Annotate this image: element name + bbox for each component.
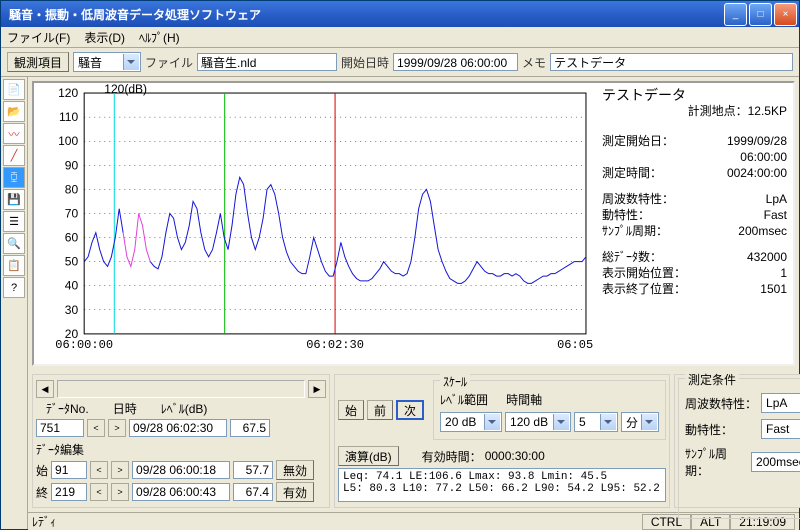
top-info-bar: 観測項目 騒音 ファイル 騒音生.nld 開始日時 1999/09/28 06:… bbox=[1, 48, 799, 77]
titlebar: 騒音・振動・低周波音データ処理ソフトウェア _ □ × bbox=[1, 1, 799, 27]
data-nav-panel: ◀ ▶ ﾃﾞｰﾀNo. 日時 ﾚﾍﾞﾙ(dB) 751 < > 09/28 06… bbox=[32, 374, 330, 508]
menubar: ファイル(F) 表示(D) ﾍﾙﾌﾟ(H) bbox=[1, 27, 799, 48]
tool-new-icon[interactable]: 📄 bbox=[3, 79, 25, 100]
toolbar-sidebar: 📄 📂 〰 ╱ ⧮ 💾 ☰ 🔍 📋 ? bbox=[1, 77, 28, 529]
start-label: 開始日時 bbox=[341, 54, 389, 71]
cursor-level: 67.5 bbox=[230, 419, 270, 437]
stats-box: Leq: 74.1 LE:106.6 Lmax: 93.8 Lmin: 45.5… bbox=[338, 468, 666, 502]
memo-field: テストデータ bbox=[550, 53, 793, 71]
file-label: ファイル bbox=[145, 54, 193, 71]
tool-open-icon[interactable]: 📂 bbox=[3, 101, 25, 122]
svg-text:80: 80 bbox=[65, 182, 79, 196]
eff-value: 0000:30:00 bbox=[485, 449, 545, 463]
invalid-button[interactable]: 無効 bbox=[276, 460, 314, 480]
window-title: 騒音・振動・低周波音データ処理ソフトウェア bbox=[9, 6, 724, 23]
svg-text:110: 110 bbox=[59, 110, 78, 124]
start-button[interactable]: 始 bbox=[338, 400, 364, 420]
prev-button[interactable]: 前 bbox=[367, 400, 393, 420]
svg-text:06:00:00: 06:00:00 bbox=[55, 338, 113, 352]
tool-help-icon[interactable]: ? bbox=[3, 277, 25, 298]
tool-save-icon[interactable]: 💾 bbox=[3, 189, 25, 210]
scale-low-combo[interactable]: 20 dB bbox=[440, 412, 502, 432]
datetime-label: 日時 bbox=[113, 400, 137, 417]
edit-start-input[interactable]: 91 bbox=[51, 461, 87, 479]
next-button[interactable]: 次 bbox=[396, 400, 424, 420]
tool-calc-icon[interactable]: ⧮ bbox=[3, 167, 25, 188]
scale-high-combo[interactable]: 120 dB bbox=[505, 412, 571, 432]
time-unit-combo[interactable]: 分 bbox=[621, 412, 659, 432]
cond-dyn-combo[interactable]: Fast bbox=[761, 419, 800, 439]
valid-button[interactable]: 有効 bbox=[276, 482, 314, 502]
eff-label: 有効時間： bbox=[422, 448, 482, 465]
svg-text:50: 50 bbox=[65, 255, 79, 269]
time-val-combo[interactable]: 5 bbox=[574, 412, 618, 432]
scroll-right-button[interactable]: ▶ bbox=[308, 380, 326, 398]
spl-chart[interactable]: 203040506070809010011012006:00:0006:02:3… bbox=[34, 83, 596, 364]
data-no-label: ﾃﾞｰﾀNo. bbox=[46, 400, 89, 417]
svg-text:100: 100 bbox=[58, 134, 78, 148]
memo-label: メモ bbox=[522, 54, 546, 71]
info-title: テストデータ bbox=[602, 87, 787, 103]
menu-view[interactable]: 表示(D) bbox=[84, 29, 125, 46]
scroll-left-button[interactable]: ◀ bbox=[36, 380, 54, 398]
center-panel: 始 前 次 ｽｹｰﾙ ﾚﾍﾞﾙ範囲 時間軸 20 dB 120 dB bbox=[334, 374, 670, 508]
cond-sample-combo[interactable]: 200msec bbox=[751, 452, 800, 472]
calc-button[interactable]: 演算(dB) bbox=[338, 446, 399, 466]
tool-chart-icon[interactable]: 〰 bbox=[3, 123, 25, 144]
conditions-panel: 測定条件 周波数特性：LpA 動特性：Fast ｻﾝﾌﾟﾙ周期：200msec bbox=[674, 374, 800, 508]
maximize-button[interactable]: □ bbox=[749, 3, 772, 26]
tool-copy-icon[interactable]: 📋 bbox=[3, 255, 25, 276]
dec-btn[interactable]: < bbox=[87, 419, 105, 437]
tool-list-icon[interactable]: ☰ bbox=[3, 211, 25, 232]
minimize-button[interactable]: _ bbox=[724, 3, 747, 26]
edit-label: ﾃﾞｰﾀ編集 bbox=[36, 441, 326, 458]
info-location: 計測地点：12.5KP bbox=[602, 103, 787, 119]
cond-freq-combo[interactable]: LpA bbox=[761, 393, 800, 413]
svg-text:90: 90 bbox=[65, 158, 79, 172]
inc-btn[interactable]: > bbox=[108, 419, 126, 437]
menu-help[interactable]: ﾍﾙﾌﾟ(H) bbox=[139, 29, 180, 46]
menu-file[interactable]: ファイル(F) bbox=[7, 29, 70, 46]
level-label: ﾚﾍﾞﾙ(dB) bbox=[161, 400, 208, 417]
tool-preview-icon[interactable]: 🔍 bbox=[3, 233, 25, 254]
svg-text:60: 60 bbox=[65, 231, 79, 245]
file-field: 騒音生.nld bbox=[197, 53, 337, 71]
status-ready: ﾚﾃﾞｨ bbox=[32, 513, 642, 530]
tool-diag-icon[interactable]: ╱ bbox=[3, 145, 25, 166]
svg-text:40: 40 bbox=[65, 279, 79, 293]
subject-combo[interactable]: 騒音 bbox=[73, 52, 141, 72]
svg-text:06:05:00: 06:05:00 bbox=[557, 338, 596, 352]
svg-text:120(dB): 120(dB) bbox=[104, 83, 147, 96]
data-no-input[interactable]: 751 bbox=[36, 419, 84, 437]
edit-end-input[interactable]: 219 bbox=[51, 483, 87, 501]
subject-label: 観測項目 bbox=[7, 52, 69, 72]
start-field: 1999/09/28 06:00:00 bbox=[393, 53, 518, 71]
svg-text:120: 120 bbox=[58, 86, 78, 100]
svg-text:06:02:30: 06:02:30 bbox=[306, 338, 364, 352]
svg-text:30: 30 bbox=[65, 303, 79, 317]
cursor-time: 09/28 06:02:30 bbox=[129, 419, 227, 437]
close-button[interactable]: × bbox=[774, 3, 797, 26]
svg-text:70: 70 bbox=[65, 206, 79, 220]
info-panel: テストデータ 計測地点：12.5KP 測定開始日：1999/09/28 06:0… bbox=[596, 83, 793, 301]
